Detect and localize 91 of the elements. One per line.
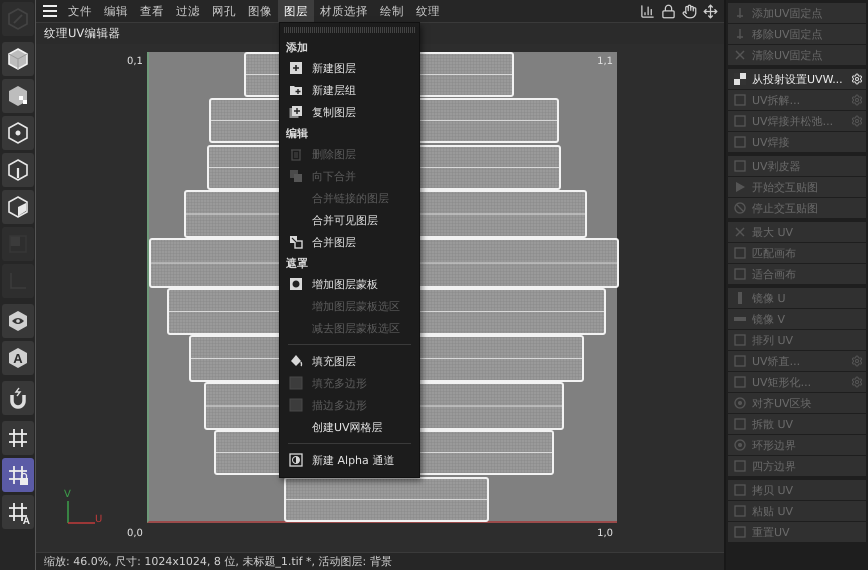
menu-entry[interactable]: 复制图层 — [280, 101, 419, 123]
square-icon — [734, 334, 746, 346]
square-icon — [289, 376, 303, 390]
tool-button[interactable] — [2, 190, 34, 224]
tool-button[interactable]: A — [2, 341, 34, 375]
grid-icon — [6, 426, 30, 450]
tool-button[interactable] — [2, 79, 34, 113]
eye-icon — [6, 309, 30, 333]
square-icon — [734, 526, 746, 538]
square-icon — [734, 115, 746, 127]
square-icon — [734, 94, 746, 106]
vertex-icon — [6, 121, 30, 145]
prohibited-icon — [734, 202, 746, 214]
mask-icon — [289, 277, 303, 291]
axis-gizmo-icon — [67, 501, 97, 525]
menu-item[interactable]: 纹理 — [410, 0, 446, 22]
tool-button[interactable] — [2, 116, 34, 150]
paint-bucket-icon — [289, 354, 303, 368]
cube-icon — [6, 47, 30, 71]
face-icon — [6, 195, 30, 219]
lock-icon[interactable] — [661, 4, 676, 18]
coordinate-label: 0,0 — [127, 528, 143, 539]
coordinate-label: 0,1 — [127, 56, 143, 67]
square-icon — [734, 160, 746, 172]
ring-icon — [734, 439, 746, 451]
tear-off-handle[interactable] — [284, 27, 415, 33]
bar-chart-icon[interactable] — [640, 4, 655, 18]
menu-item[interactable]: 图层 — [278, 0, 314, 22]
pin-icon — [734, 7, 746, 19]
command-button[interactable]: 从投射设置UVW... — [728, 69, 866, 89]
square-icon — [734, 418, 746, 430]
cross-icon — [734, 226, 746, 238]
menu-item[interactable]: 查看 — [134, 0, 170, 22]
menu-item[interactable]: 文件 — [62, 0, 98, 22]
pin-icon — [734, 28, 746, 40]
tool-button[interactable] — [2, 304, 34, 338]
hand-icon[interactable] — [682, 4, 697, 18]
tool-button[interactable] — [2, 421, 34, 455]
square-icon — [734, 247, 746, 259]
move-icon[interactable] — [703, 4, 718, 18]
menu-item[interactable]: 网孔 — [206, 0, 242, 22]
folder-plus-icon — [289, 83, 303, 97]
checker-icon — [734, 73, 746, 85]
menu-entry[interactable]: 合并可见图层 — [280, 209, 419, 231]
axis-label: U — [95, 514, 102, 525]
tool-button[interactable] — [2, 153, 34, 187]
play-icon — [734, 181, 746, 193]
menu-section-header: 编辑 — [285, 126, 309, 142]
hexagon-icon — [6, 346, 30, 370]
tool-button[interactable] — [2, 458, 34, 492]
square-icon — [734, 484, 746, 496]
menu-entry[interactable]: 合并图层 — [280, 231, 419, 253]
cross-icon — [734, 49, 746, 61]
grid-icon — [6, 500, 30, 524]
coordinate-label: 1,0 — [597, 528, 613, 539]
cube-icon — [6, 84, 30, 108]
axis-label: V — [64, 489, 71, 500]
tool-button[interactable] — [2, 381, 34, 415]
edge-icon — [6, 158, 30, 182]
menu-entry[interactable]: 创建UV网格层 — [280, 416, 419, 438]
menu-icon[interactable] — [42, 4, 58, 18]
menu-item[interactable]: 编辑 — [98, 0, 134, 22]
menu-section-header: 遮罩 — [285, 256, 309, 272]
tool-button[interactable]: A — [2, 495, 34, 529]
menu-entry[interactable]: 新建图层 — [280, 57, 419, 79]
square-icon — [734, 355, 746, 367]
menu-item[interactable]: 图像 — [242, 0, 278, 22]
square-icon — [734, 268, 746, 280]
menu-item[interactable]: 材质选择 — [314, 0, 374, 22]
status-bar: 缩放: 46.0%, 尺寸: 1024x1024, 8 位, 未标题_1.tif *, 活动图层: 背景 — [36, 552, 724, 570]
ring-icon — [734, 397, 746, 409]
square-icon — [734, 376, 746, 388]
half-circle-icon — [289, 453, 303, 467]
menu-entry[interactable]: 填充图层 — [280, 350, 419, 372]
square-icon — [734, 505, 746, 517]
tool-button[interactable] — [2, 42, 34, 76]
trash-icon — [289, 147, 303, 161]
stacked-squares-icon — [289, 169, 303, 183]
menu-entry[interactable]: 增加图层蒙板 — [280, 273, 419, 295]
menu-item[interactable]: 绘制 — [374, 0, 410, 22]
menu-entry[interactable]: 新建 Alpha 通道 — [280, 449, 419, 471]
coordinate-label: 1,1 — [597, 56, 613, 67]
plus-icon — [289, 61, 303, 75]
square-icon — [734, 460, 746, 472]
copy-plus-icon — [289, 105, 303, 119]
merge-icon — [289, 235, 303, 249]
grid-lock-icon — [6, 463, 30, 487]
square-icon — [734, 136, 746, 148]
menu-item[interactable]: 过滤 — [170, 0, 206, 22]
square-icon — [289, 398, 303, 412]
menu-entry[interactable]: 新建层组 — [280, 79, 419, 101]
